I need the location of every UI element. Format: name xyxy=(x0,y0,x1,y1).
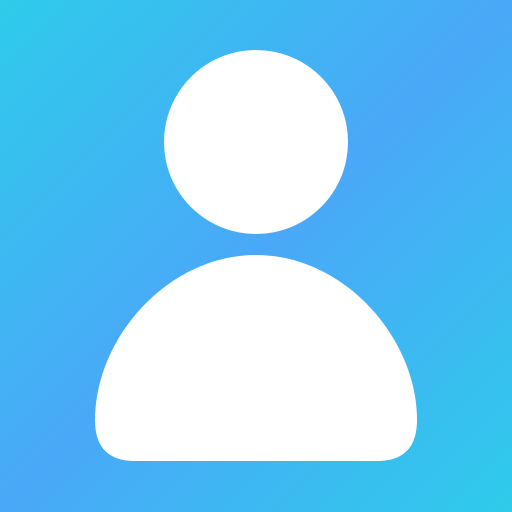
avatar-placeholder xyxy=(0,0,512,512)
user-icon xyxy=(0,0,512,512)
avatar-head xyxy=(164,50,348,234)
